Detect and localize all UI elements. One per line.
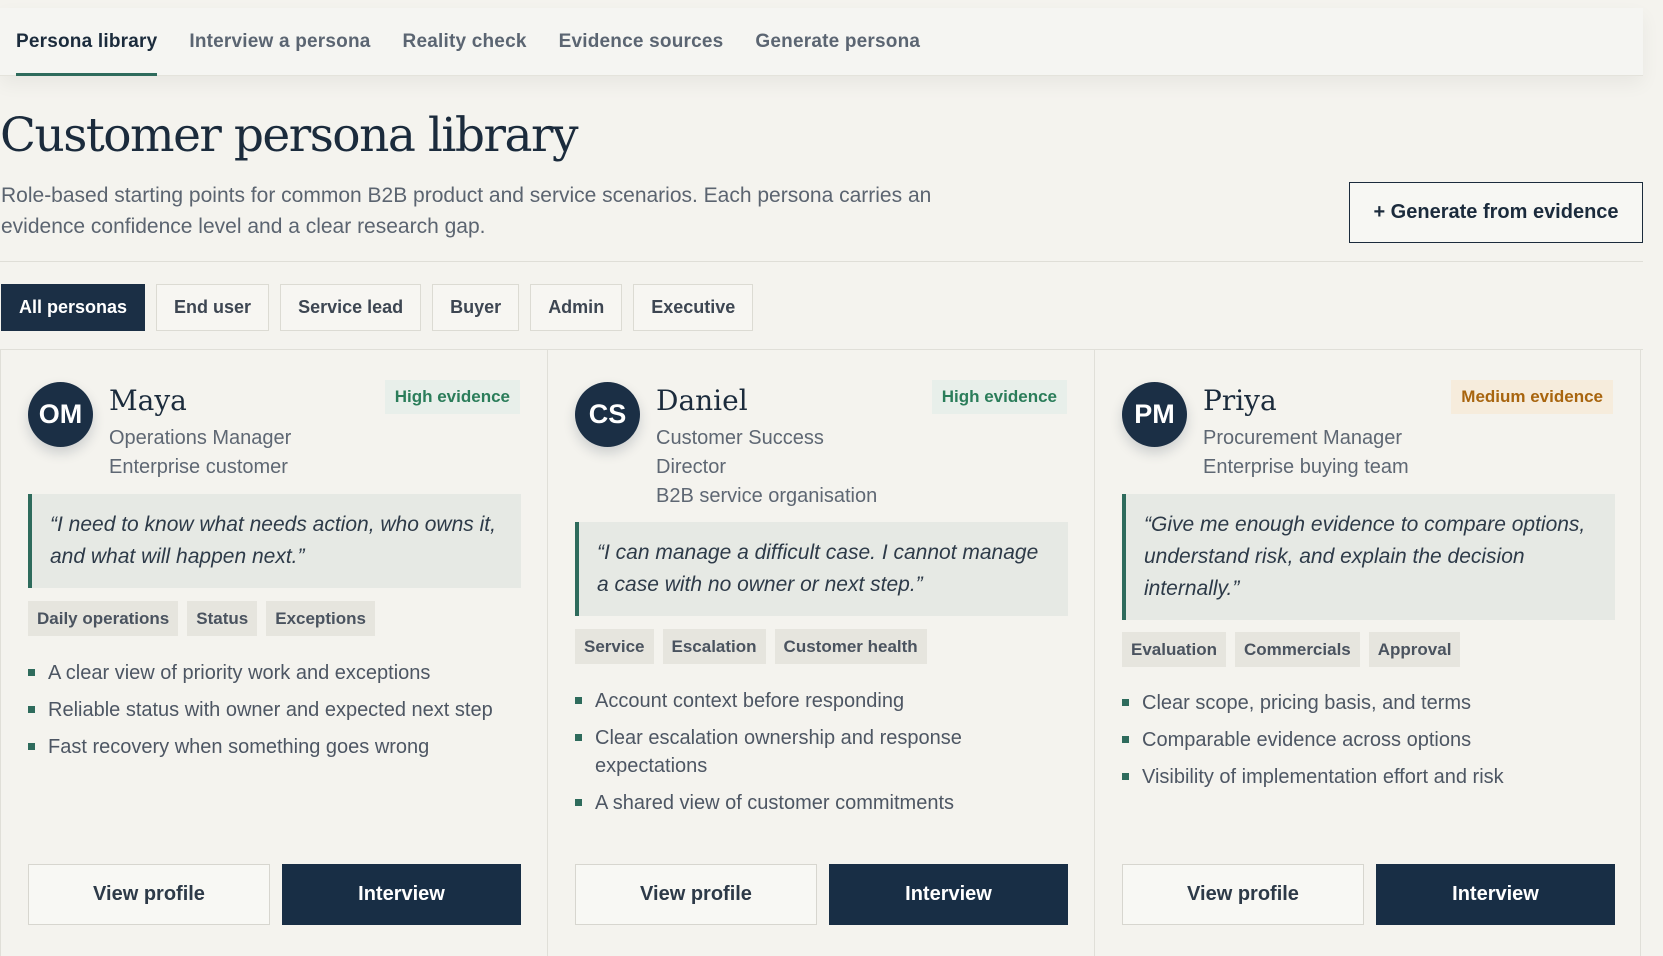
list-item: Clear escalation ownership and response …	[575, 724, 995, 780]
tab-reality-check[interactable]: Reality check	[387, 8, 543, 75]
tab-evidence-sources[interactable]: Evidence sources	[543, 8, 740, 75]
tab-persona-library[interactable]: Persona library	[0, 8, 173, 76]
header-divider	[0, 261, 1643, 262]
avatar: PM	[1122, 382, 1187, 447]
need-text: Account context before responding	[595, 690, 905, 712]
persona-needs: Account context before responding Clear …	[575, 687, 995, 826]
persona-role-title: Customer Success Director	[656, 427, 824, 478]
interview-button[interactable]: Interview	[829, 864, 1068, 925]
tab-generate-persona[interactable]: Generate persona	[739, 8, 936, 75]
page-subtitle: Role-based starting points for common B2…	[1, 184, 932, 238]
persona-tags: Service Escalation Customer health	[575, 629, 927, 664]
tab-interview-a-persona[interactable]: Interview a persona	[173, 8, 386, 75]
persona-role-org: Enterprise buying team	[1203, 456, 1409, 478]
view-profile-button[interactable]: View profile	[1122, 864, 1364, 925]
view-profile-button[interactable]: View profile	[28, 864, 270, 925]
list-item: Visibility of implementation effort and …	[1122, 763, 1602, 791]
need-text: Clear escalation ownership and response …	[595, 727, 962, 777]
evidence-badge: High evidence	[931, 380, 1067, 414]
need-text: Fast recovery when something goes wrong	[48, 736, 430, 758]
bullet-icon	[575, 697, 582, 704]
tag: Customer health	[774, 629, 927, 664]
persona-name: Priya	[1203, 384, 1277, 417]
bullet-icon	[575, 799, 582, 806]
persona-role: Customer Success Director B2B service or…	[656, 424, 886, 511]
tag: Evaluation	[1122, 632, 1226, 667]
tag: Approval	[1368, 632, 1461, 667]
need-text: Clear scope, pricing basis, and terms	[1142, 692, 1472, 714]
need-text: Comparable evidence across options	[1142, 729, 1472, 751]
tag: Daily operations	[28, 601, 179, 636]
evidence-badge: Medium evidence	[1451, 380, 1613, 414]
tag: Service	[575, 629, 654, 664]
persona-needs: Clear scope, pricing basis, and terms Co…	[1122, 689, 1602, 800]
list-item: Reliable status with owner and expected …	[28, 696, 508, 724]
list-item: A shared view of customer commitments	[575, 789, 995, 817]
persona-card-maya: OM Maya Operations Manager Enterprise cu…	[0, 350, 547, 956]
filter-end-user[interactable]: End user	[156, 284, 270, 331]
persona-quote: “I need to know what needs action, who o…	[28, 494, 521, 588]
persona-role-org: B2B service organisation	[656, 485, 878, 507]
need-text: Visibility of implementation effort and …	[1142, 766, 1504, 788]
list-item: A clear view of priority work and except…	[28, 659, 508, 687]
need-text: Reliable status with owner and expected …	[48, 699, 493, 721]
bullet-icon	[575, 734, 582, 741]
persona-card-priya: PM Priya Procurement Manager Enterprise …	[1094, 350, 1641, 956]
need-text: A shared view of customer commitments	[595, 792, 955, 814]
list-item: Account context before responding	[575, 687, 995, 715]
filter-service-lead[interactable]: Service lead	[280, 284, 422, 331]
persona-name: Daniel	[656, 384, 748, 417]
bullet-icon	[1122, 773, 1129, 780]
persona-filters: All personas End user Service lead Buyer…	[1, 284, 754, 331]
filter-buyer[interactable]: Buyer	[432, 284, 520, 331]
persona-role: Operations Manager Enterprise customer	[109, 424, 369, 482]
persona-role-title: Procurement Manager	[1203, 427, 1402, 449]
bullet-icon	[1122, 699, 1129, 706]
list-item: Fast recovery when something goes wrong	[28, 733, 508, 761]
persona-card-daniel: CS Daniel Customer Success Director B2B …	[547, 350, 1094, 956]
interview-button[interactable]: Interview	[1376, 864, 1615, 925]
persona-tags: Evaluation Commercials Approval	[1122, 632, 1461, 667]
persona-needs: A clear view of priority work and except…	[28, 659, 508, 770]
view-profile-button[interactable]: View profile	[575, 864, 817, 925]
bullet-icon	[1122, 736, 1129, 743]
avatar: CS	[575, 382, 640, 447]
bullet-icon	[28, 743, 35, 750]
persona-name: Maya	[109, 384, 187, 417]
tag: Commercials	[1234, 632, 1360, 667]
tag: Exceptions	[266, 601, 375, 636]
persona-tags: Daily operations Status Exceptions	[28, 601, 375, 636]
persona-quote: “I can manage a difficult case. I cannot…	[575, 522, 1068, 616]
list-item: Comparable evidence across options	[1122, 726, 1602, 754]
bullet-icon	[28, 706, 35, 713]
bullet-icon	[28, 669, 35, 676]
persona-role-title: Operations Manager	[109, 427, 292, 449]
page-title: Customer persona library	[0, 108, 579, 163]
top-nav: Persona library Interview a persona Real…	[0, 8, 1643, 76]
persona-quote: “Give me enough evidence to compare opti…	[1122, 494, 1615, 620]
persona-role-org: Enterprise customer	[109, 456, 288, 478]
persona-cards: OM Maya Operations Manager Enterprise cu…	[0, 349, 1643, 956]
avatar: OM	[28, 382, 93, 447]
interview-button[interactable]: Interview	[282, 864, 521, 925]
tag: Status	[187, 601, 258, 636]
generate-from-evidence-button[interactable]: + Generate from evidence	[1349, 182, 1643, 243]
filter-admin[interactable]: Admin	[530, 284, 623, 331]
persona-role: Procurement Manager Enterprise buying te…	[1203, 424, 1463, 482]
need-text: A clear view of priority work and except…	[48, 662, 431, 684]
tag: Escalation	[662, 629, 766, 664]
list-item: Clear scope, pricing basis, and terms	[1122, 689, 1602, 717]
filter-executive[interactable]: Executive	[633, 284, 754, 331]
evidence-badge: High evidence	[384, 380, 520, 414]
filter-all-personas[interactable]: All personas	[1, 284, 146, 331]
